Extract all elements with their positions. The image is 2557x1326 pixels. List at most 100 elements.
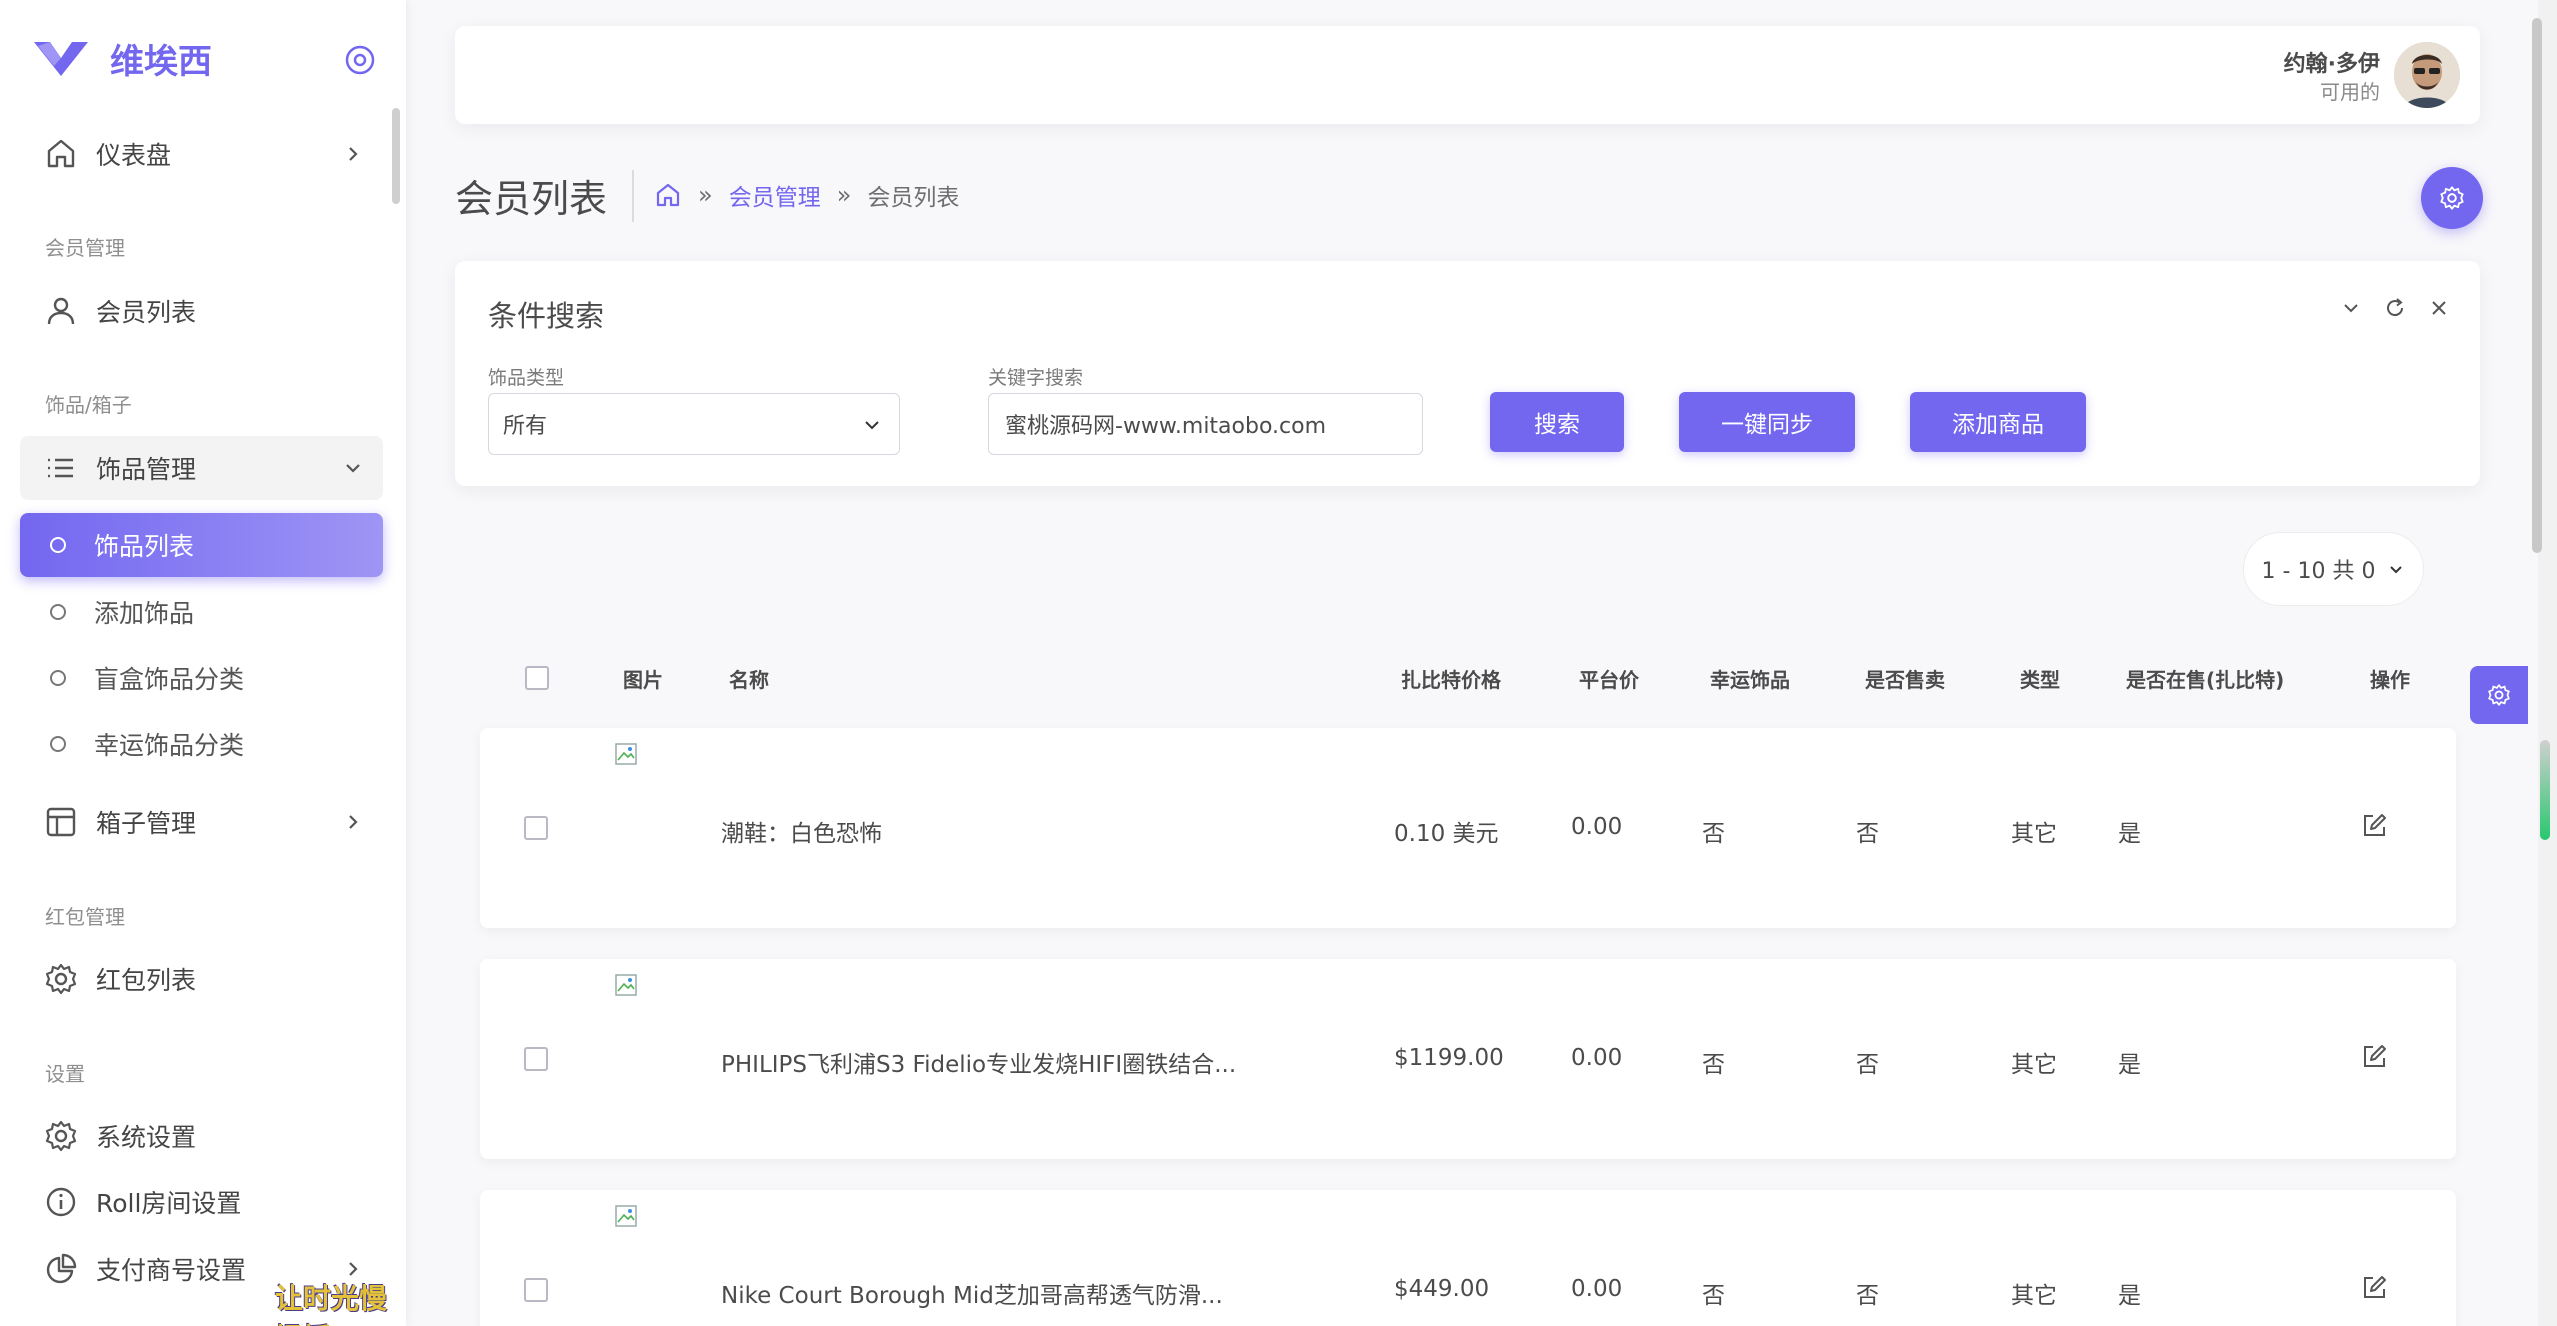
circle-icon: [50, 736, 66, 752]
brand[interactable]: 维埃西: [32, 34, 212, 82]
page-scrollbar-thumb[interactable]: [2532, 18, 2542, 553]
layout-icon: [46, 807, 76, 837]
broken-image-icon: [615, 974, 637, 996]
sidebar-item-label: 盲盒饰品分类: [94, 665, 245, 694]
home-icon[interactable]: [654, 181, 682, 209]
sidebar-item-item-manage[interactable]: 饰品管理: [20, 436, 383, 500]
pie-chart-icon: [46, 1253, 77, 1284]
cell-lucky: 否: [1702, 1052, 1725, 1078]
collapse-card-button[interactable]: [2340, 297, 2362, 319]
cell-platform-price: 0.00: [1571, 1045, 1623, 1071]
chevron-down-icon: [346, 464, 360, 473]
refresh-icon: [2387, 298, 2404, 317]
home-icon: [47, 139, 75, 168]
sidebar-item-lucky-category[interactable]: 幸运饰品分类: [20, 712, 383, 776]
search-card: 条件搜索 饰品类型 所有 关键字搜索 搜索 一键同步 添加商品: [455, 261, 2480, 486]
cell-name: PHILIPS飞利浦S3 Fidelio专业发烧HIFI圈铁结合...: [721, 1052, 1237, 1078]
add-product-button[interactable]: 添加商品: [1910, 392, 2086, 452]
column-header-on-sale: 是否售卖: [1865, 668, 1945, 692]
table-row[interactable]: 潮鞋：白色恐怖 0.10 美元 0.00 否 否 其它 是: [480, 728, 2456, 928]
column-header-type: 类型: [2020, 668, 2060, 692]
cell-type: 其它: [2011, 1052, 2057, 1078]
section-head-member: 会员管理: [45, 236, 125, 260]
breadcrumb-current: 会员列表: [867, 185, 960, 211]
column-header-name: 名称: [729, 668, 769, 692]
sidebar-item-system-settings[interactable]: 系统设置: [20, 1104, 383, 1168]
sidebar-item-label: 支付商号设置: [96, 1256, 247, 1285]
cell-on-sale: 否: [1856, 821, 1879, 847]
row-checkbox[interactable]: [524, 1047, 548, 1071]
edit-icon[interactable]: [2360, 1274, 2388, 1302]
column-header-image: 图片: [623, 668, 663, 692]
gear-icon: [45, 1120, 77, 1152]
top-navbar: 约翰·多伊 可用的: [455, 26, 2480, 124]
sidebar-item-label: 会员列表: [96, 298, 197, 327]
table-row[interactable]: PHILIPS飞利浦S3 Fidelio专业发烧HIFI圈铁结合... $119…: [480, 959, 2456, 1159]
list-icon: [48, 458, 73, 478]
brand-logo-icon: [34, 42, 88, 76]
cell-price: 0.10 美元: [1394, 821, 1499, 847]
table-row[interactable]: Nike Court Borough Mid芝加哥高帮透气防滑... $449.…: [480, 1190, 2456, 1326]
select-all-checkbox[interactable]: [525, 666, 549, 690]
search-card-title: 条件搜索: [488, 299, 605, 333]
sidebar-scrollbar[interactable]: [392, 108, 400, 204]
sync-button[interactable]: 一键同步: [1679, 392, 1855, 452]
keyword-input[interactable]: [988, 393, 1423, 455]
chevron-down-icon: [2390, 566, 2403, 574]
sidebar-item-label: 红包列表: [96, 966, 197, 995]
cell-platform-price: 0.00: [1571, 814, 1623, 840]
chevron-down-icon: [865, 421, 879, 430]
row-checkbox[interactable]: [524, 816, 548, 840]
section-head-redpack: 红包管理: [45, 905, 125, 929]
row-checkbox[interactable]: [524, 1278, 548, 1302]
type-field-label: 饰品类型: [488, 367, 565, 389]
sidebar-item-blindbox-category[interactable]: 盲盒饰品分类: [20, 646, 383, 710]
edit-icon[interactable]: [2360, 1043, 2388, 1071]
cell-platform-price: 0.00: [1571, 1276, 1623, 1302]
column-header-lucky: 幸运饰品: [1710, 668, 1790, 692]
sidebar-item-box-manage[interactable]: 箱子管理: [20, 790, 383, 854]
close-card-button[interactable]: [2428, 297, 2450, 319]
section-head-settings: 设置: [45, 1062, 85, 1086]
breadcrumb-separator: »: [698, 181, 713, 209]
sidebar-item-add-item[interactable]: 添加饰品: [20, 580, 383, 644]
sidebar-item-label: Roll房间设置: [96, 1189, 242, 1218]
sidebar-item-label: 箱子管理: [96, 809, 197, 838]
circle-icon: [50, 537, 66, 553]
breadcrumb: » 会员管理 » 会员列表: [654, 178, 959, 212]
cell-price: $1199.00: [1394, 1045, 1504, 1071]
sidebar-item-redpack-list[interactable]: 红包列表: [20, 947, 383, 1011]
table-header: 图片 名称 扎比特价格 平台价 幸运饰品 是否售卖 类型 是否在售(扎比特) 操…: [480, 650, 2456, 706]
sidebar-item-label: 仪表盘: [96, 141, 172, 170]
sidebar-item-roll-settings[interactable]: Roll房间设置: [20, 1170, 383, 1234]
user-icon: [47, 297, 75, 325]
customizer-toggle-button[interactable]: [2470, 666, 2528, 724]
sidebar-collapse-icon[interactable]: [344, 44, 376, 76]
user-name[interactable]: 约翰·多伊: [2284, 46, 2380, 78]
sidebar-item-label: 幸运饰品分类: [94, 731, 245, 760]
sidebar-item-label: 饰品管理: [96, 455, 197, 484]
page-size-label: 1 - 10 共 0: [2261, 559, 2376, 584]
sidebar-item-label: 饰品列表: [94, 532, 195, 561]
cell-on-sale: 否: [1856, 1283, 1879, 1309]
gear-icon: [2440, 186, 2464, 210]
cell-name: Nike Court Borough Mid芝加哥高帮透气防滑...: [721, 1283, 1223, 1309]
edit-icon[interactable]: [2360, 812, 2388, 840]
sidebar-item-member-list[interactable]: 会员列表: [20, 279, 383, 343]
cell-type: 其它: [2011, 821, 2057, 847]
title-divider: [632, 170, 634, 222]
sidebar-item-item-list[interactable]: 饰品列表: [20, 513, 383, 577]
close-icon: [2432, 301, 2446, 315]
settings-fab-button[interactable]: [2421, 167, 2483, 229]
type-select[interactable]: 所有: [488, 393, 900, 455]
chevron-down-icon: [2344, 304, 2358, 313]
breadcrumb-link[interactable]: 会员管理: [729, 178, 821, 212]
avatar[interactable]: [2394, 42, 2460, 108]
search-button[interactable]: 搜索: [1490, 392, 1624, 452]
sidebar-item-dashboard[interactable]: 仪表盘: [20, 122, 383, 186]
column-header-action: 操作: [2370, 668, 2410, 692]
broken-image-icon: [615, 1205, 637, 1227]
cell-zbt-sale: 是: [2118, 821, 2141, 847]
reload-card-button[interactable]: [2384, 297, 2406, 319]
page-size-dropdown[interactable]: 1 - 10 共 0: [2243, 532, 2424, 606]
